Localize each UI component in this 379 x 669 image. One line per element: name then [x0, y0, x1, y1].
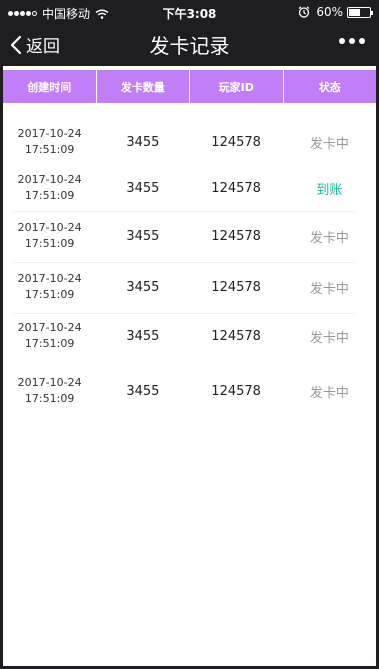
quantity-cell: 3455 — [126, 279, 160, 295]
table-row[interactable]: 2017-10-24 17:51:09 3455 124578 发卡中 — [3, 371, 376, 411]
status-cell: 发卡中 — [309, 136, 349, 152]
created-time: 17:51:09 — [24, 143, 75, 156]
column-header-player-id: 玩家ID — [190, 70, 284, 103]
quantity-cell: 3455 — [126, 180, 160, 196]
table-row[interactable]: 2017-10-24 17:51:09 3455 124578 发卡中 — [3, 267, 376, 307]
created-time-cell: 2017-10-24 17:51:09 — [3, 172, 96, 204]
player-id-cell: 124578 — [211, 228, 261, 244]
more-options-button[interactable] — [335, 38, 365, 44]
table-row[interactable]: 2017-10-24 17:51:09 3455 124578 到账 — [3, 168, 376, 208]
table-row[interactable]: 2017-10-24 17:51:09 3455 124578 发卡中 — [3, 316, 376, 356]
status-cell: 发卡中 — [309, 385, 349, 401]
quantity-cell: 3455 — [126, 383, 160, 399]
more-dot-icon — [359, 38, 365, 44]
table-header: 创建时间 发卡数量 玩家ID 状态 — [3, 70, 376, 103]
row-divider — [13, 262, 354, 263]
page-title: 发卡记录 — [149, 34, 230, 58]
created-date: 2017-10-24 — [17, 376, 82, 389]
status-right: 60% — [298, 5, 373, 19]
created-date: 2017-10-24 — [17, 321, 82, 334]
player-id-cell: 124578 — [211, 383, 261, 399]
created-time-cell: 2017-10-24 17:51:09 — [3, 126, 96, 158]
row-divider — [13, 313, 354, 314]
quantity-cell: 3455 — [126, 228, 160, 244]
table-row[interactable]: 2017-10-24 17:51:09 3455 124578 发卡中 — [3, 216, 376, 256]
battery-percent: 60% — [316, 5, 343, 19]
created-time-cell: 2017-10-24 17:51:09 — [3, 220, 96, 252]
battery-icon — [347, 6, 373, 18]
row-divider — [13, 211, 354, 212]
created-date: 2017-10-24 — [17, 272, 82, 285]
player-id-cell: 124578 — [211, 180, 261, 196]
table-row[interactable]: 2017-10-24 17:51:09 3455 124578 发卡中 — [3, 122, 376, 162]
created-date: 2017-10-24 — [17, 173, 82, 186]
alarm-clock-icon — [298, 6, 310, 18]
created-date: 2017-10-24 — [17, 221, 82, 234]
created-time-cell: 2017-10-24 17:51:09 — [3, 320, 96, 352]
created-time-cell: 2017-10-24 17:51:09 — [3, 375, 96, 407]
created-time-cell: 2017-10-24 17:51:09 — [3, 271, 96, 303]
status-cell: 到账 — [316, 182, 343, 198]
status-bar: 中国移动 下午3:08 60% — [0, 0, 379, 24]
created-time: 17:51:09 — [24, 337, 75, 350]
app-frame: 中国移动 下午3:08 60% 返回 发卡记录 创建时间 发卡数量 玩家ID 状… — [0, 0, 379, 669]
created-date: 2017-10-24 — [17, 127, 82, 140]
player-id-cell: 124578 — [211, 328, 261, 344]
player-id-cell: 124578 — [211, 134, 261, 150]
status-cell: 发卡中 — [309, 330, 349, 346]
created-time: 17:51:09 — [24, 288, 75, 301]
quantity-cell: 3455 — [126, 328, 160, 344]
more-dot-icon — [339, 38, 345, 44]
column-header-status: 状态 — [318, 80, 341, 94]
created-time: 17:51:09 — [24, 392, 75, 405]
created-time: 17:51:09 — [24, 237, 75, 250]
more-dot-icon — [349, 38, 355, 44]
quantity-cell: 3455 — [126, 134, 160, 150]
status-cell: 发卡中 — [309, 281, 349, 297]
status-cell: 发卡中 — [309, 230, 349, 246]
navigation-bar: 返回 发卡记录 — [0, 24, 379, 66]
column-header-created-time: 创建时间 — [3, 70, 97, 103]
created-time: 17:51:09 — [24, 189, 75, 202]
records-content: 创建时间 发卡数量 玩家ID 状态 2017-10-24 17:51:09 34… — [3, 66, 376, 666]
column-header-quantity: 发卡数量 — [97, 70, 190, 103]
player-id-cell: 124578 — [211, 279, 261, 295]
